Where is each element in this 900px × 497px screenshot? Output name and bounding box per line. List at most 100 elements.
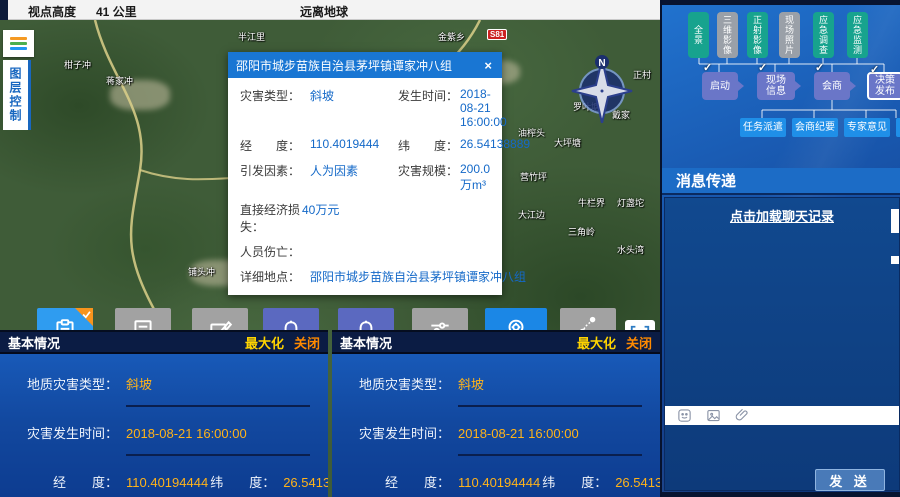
maximize-button[interactable]: 最大化 xyxy=(245,333,284,352)
hamburger-icon xyxy=(10,37,27,40)
row-separator xyxy=(458,405,642,407)
panel-row: 灾害发生时间： 2018-08-21 16:00:00 xyxy=(0,423,328,442)
close-button[interactable]: 关闭 xyxy=(294,333,320,352)
scrollbar-handle[interactable] xyxy=(891,256,899,264)
workflow-consultation-button[interactable]: ✓ 会商 xyxy=(814,72,850,100)
field-value: 26.54138889 xyxy=(283,475,328,490)
category-3d-imagery-button[interactable]: 三维影像 xyxy=(717,12,738,58)
statusbar-corner xyxy=(0,0,8,20)
field-label: 地质灾害类型： xyxy=(332,374,450,393)
popup-body: 灾害类型： 斜坡 发生时间： 2018-08-21 16:00:00 经 度： … xyxy=(228,78,502,295)
popup-row: 直接经济损失： 40万元 xyxy=(240,201,490,235)
popup-close-button[interactable]: × xyxy=(482,58,494,73)
emoji-icon[interactable] xyxy=(677,408,692,423)
map-place-label: 大坪塘 xyxy=(554,136,581,149)
consultation-button[interactable]: 会商 xyxy=(896,118,900,137)
field-value: 110.4019444 xyxy=(310,137,398,151)
compass-north-label: N xyxy=(598,58,605,69)
menu-toggle-button[interactable] xyxy=(3,30,34,57)
field-label: 地质灾害类型： xyxy=(0,374,118,393)
map-place-label: 三角岭 xyxy=(568,225,595,238)
hamburger-icon xyxy=(10,47,27,50)
map-place-label: 营竹坪 xyxy=(520,170,547,183)
check-icon: ✓ xyxy=(870,65,879,76)
panel-header: 基本情况 最大化 关闭 xyxy=(332,332,660,354)
field-label: 经 度： xyxy=(0,472,118,491)
chat-toolbar xyxy=(665,406,899,425)
row-separator xyxy=(126,454,310,456)
popup-row: 经 度： 110.4019444 纬 度： 26.54138889 xyxy=(240,137,490,154)
map-place-label: 铺头冲 xyxy=(188,265,215,278)
field-label: 灾害发生时间： xyxy=(332,423,450,442)
field-label: 纬 度： xyxy=(542,472,607,491)
layer-control-tab[interactable]: 图层控制 xyxy=(3,60,31,130)
workflow-label: 会商 xyxy=(822,81,842,92)
popup-row: 详细地点： 邵阳市城步苗族自治县茅坪镇谭家冲八组 xyxy=(240,268,490,285)
basic-info-panel: 基本情况 最大化 关闭 地质灾害类型： 斜坡 灾害发生时间： 2018-08-2… xyxy=(0,330,328,497)
workflow-label: 现场信息 xyxy=(763,75,789,97)
field-value: 26.54138889 xyxy=(615,475,660,490)
map-place-label: 蒋家冲 xyxy=(106,74,133,87)
map-place-label: 金紫乡 xyxy=(438,30,465,43)
field-value: 40万元 xyxy=(302,201,339,218)
category-panorama-button[interactable]: 全景 xyxy=(688,12,709,58)
field-value: 斜坡 xyxy=(310,87,398,104)
map-place-label: 半江里 xyxy=(238,30,265,43)
workflow-site-info-button[interactable]: ✓ 现场信息 xyxy=(757,72,795,100)
image-icon[interactable] xyxy=(706,408,721,423)
category-emergency-monitor-button[interactable]: 应急监测 xyxy=(847,12,868,58)
category-emergency-survey-button[interactable]: 应急调查 xyxy=(813,12,834,58)
close-button[interactable]: 关闭 xyxy=(626,333,652,352)
expert-opinion-button[interactable]: 专家意见 xyxy=(844,118,890,137)
popup-row: 灾害类型： 斜坡 发生时间： 2018-08-21 16:00:00 xyxy=(240,87,490,129)
field-label: 灾害规模： xyxy=(398,162,460,179)
check-icon: ✓ xyxy=(703,63,712,74)
popup-row: 人员伤亡： xyxy=(240,243,490,260)
field-value: 斜坡 xyxy=(458,374,484,393)
maximize-button[interactable]: 最大化 xyxy=(577,333,616,352)
field-value: 2018-08-21 16:00:00 xyxy=(458,426,579,441)
field-label: 经 度： xyxy=(240,137,310,154)
category-ortho-imagery-button[interactable]: 正射影像 xyxy=(747,12,768,58)
field-label: 人员伤亡： xyxy=(240,243,310,260)
disaster-gis-app: 半江里 金紫乡 柑子冲 蒋家冲 正村 罗叶塘 戴家 油榨头 大坪塘 营竹坪 牛栏… xyxy=(0,0,900,497)
field-value: 斜坡 xyxy=(126,374,152,393)
workflow-label: 启动 xyxy=(710,81,730,92)
meeting-minutes-button[interactable]: 会商纪要 xyxy=(792,118,838,137)
panel-row: 经 度： 110.40194444 纬 度： 26.54138889 xyxy=(0,472,328,491)
field-value: 26.54138889 xyxy=(460,137,530,151)
check-icon xyxy=(81,309,92,320)
map-place-label: 大江边 xyxy=(518,208,545,221)
map-place-label: 灯盏坨 xyxy=(617,196,644,209)
row-separator xyxy=(126,405,310,407)
field-label: 灾害类型： xyxy=(240,87,310,104)
map-status-bar: 视点高度 41 公里 远离地球 xyxy=(0,0,660,20)
map-place-label: 柑子冲 xyxy=(64,58,91,71)
arrow-right-icon xyxy=(850,81,856,91)
send-button[interactable]: 发 送 xyxy=(815,469,885,491)
workflow-start-button[interactable]: ✓ 启动 xyxy=(702,72,738,100)
field-value: 2018-08-21 16:00:00 xyxy=(126,426,247,441)
task-dispatch-button[interactable]: 任务派遣 xyxy=(740,118,786,137)
message-panel-header: 消息传递 xyxy=(662,168,900,195)
popup-row: 引发因素： 人为因素 灾害规模： 200.0万m³ xyxy=(240,162,490,193)
check-icon: ✓ xyxy=(815,63,824,74)
workflow-decision-release-button[interactable]: ✓ 决策发布 xyxy=(867,72,900,100)
field-label: 直接经济损失： xyxy=(240,201,302,235)
panel-row: 地质灾害类型： 斜坡 xyxy=(0,374,328,393)
field-label: 纬 度： xyxy=(210,472,275,491)
load-chat-history-link[interactable]: 点击加载聊天记录 xyxy=(730,206,834,225)
scrollbar-thumb[interactable] xyxy=(891,209,899,233)
camera-mode-label: 远离地球 xyxy=(300,3,348,20)
popup-header: 邵阳市城步苗族自治县茅坪镇谭家冲八组 × xyxy=(228,52,502,78)
panel-row: 经 度： 110.40194444 纬 度： 26.54138889 xyxy=(332,472,660,491)
attachment-paperclip-icon[interactable] xyxy=(735,408,750,423)
panel-title: 基本情况 xyxy=(8,333,245,352)
field-value: 邵阳市城步苗族自治县茅坪镇谭家冲八组 xyxy=(310,268,526,285)
field-value: 2018-08-21 16:00:00 xyxy=(460,87,507,129)
category-site-photo-button[interactable]: 现场照片 xyxy=(779,12,800,58)
disaster-info-popup: 邵阳市城步苗族自治县茅坪镇谭家冲八组 × 灾害类型： 斜坡 发生时间： 2018… xyxy=(228,52,502,295)
field-label: 灾害发生时间： xyxy=(0,423,118,442)
panel-row: 灾害发生时间： 2018-08-21 16:00:00 xyxy=(332,423,660,442)
compass-rose[interactable]: N xyxy=(568,53,636,123)
